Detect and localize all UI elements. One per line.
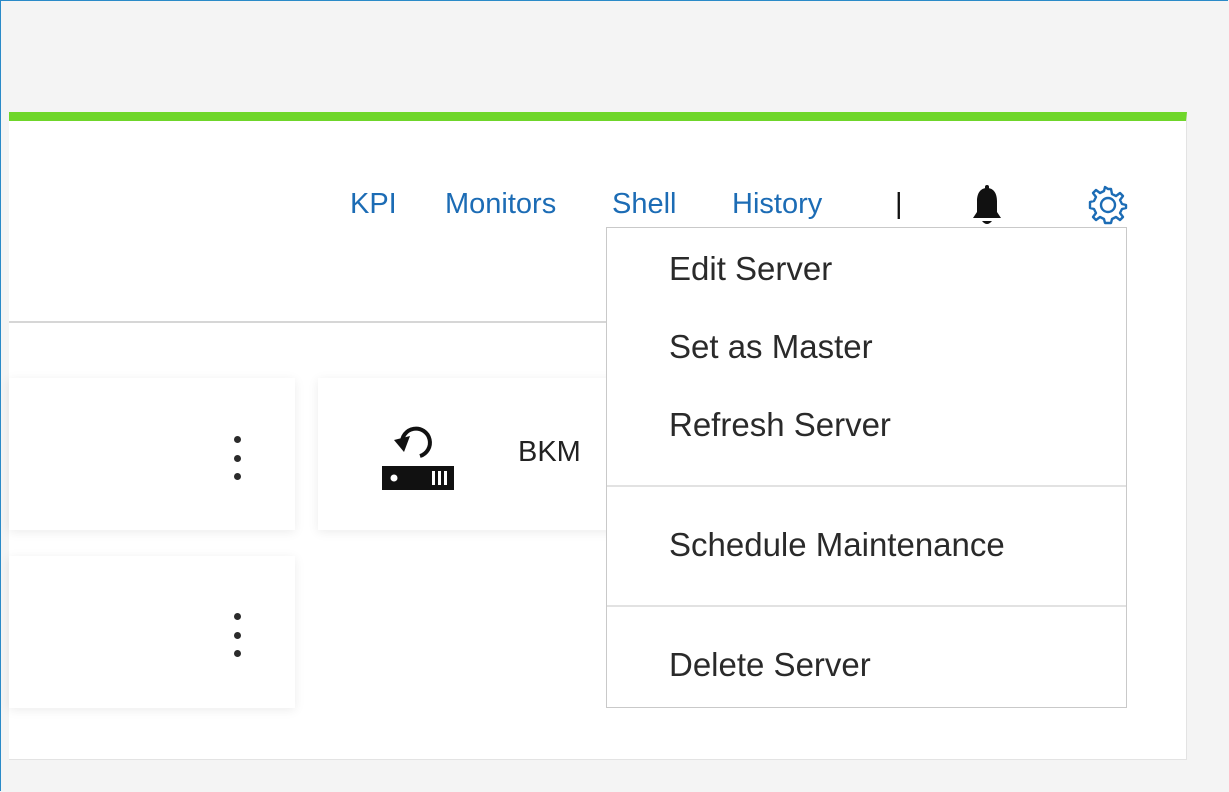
gear-icon[interactable] [1088,185,1128,225]
menu-item-delete-server[interactable]: Delete Server [669,646,871,684]
bell-icon[interactable] [970,185,1004,229]
server-refresh-icon [380,418,456,492]
menu-divider [607,485,1126,487]
menu-item-refresh-server[interactable]: Refresh Server [669,406,891,444]
nav-link-kpi[interactable]: KPI [350,184,397,224]
nav-separator: | [895,187,903,220]
server-tile-left-2[interactable] [9,556,295,708]
nav-link-history[interactable]: History [732,184,822,224]
settings-dropdown-menu: Edit Server Set as Master Refresh Server… [606,227,1127,708]
server-tile-left-1[interactable] [9,378,295,530]
kebab-menu-icon[interactable] [231,436,243,480]
menu-divider [607,605,1126,607]
menu-item-schedule-maintenance[interactable]: Schedule Maintenance [669,526,1005,564]
menu-item-set-as-master[interactable]: Set as Master [669,328,873,366]
nav-link-monitors[interactable]: Monitors [445,184,556,224]
menu-item-edit-server[interactable]: Edit Server [669,250,832,288]
server-name-label: BKM [518,436,581,468]
nav-link-shell[interactable]: Shell [612,184,677,224]
kebab-menu-icon[interactable] [231,613,243,657]
server-tile-bkm[interactable]: BKM [318,378,618,530]
